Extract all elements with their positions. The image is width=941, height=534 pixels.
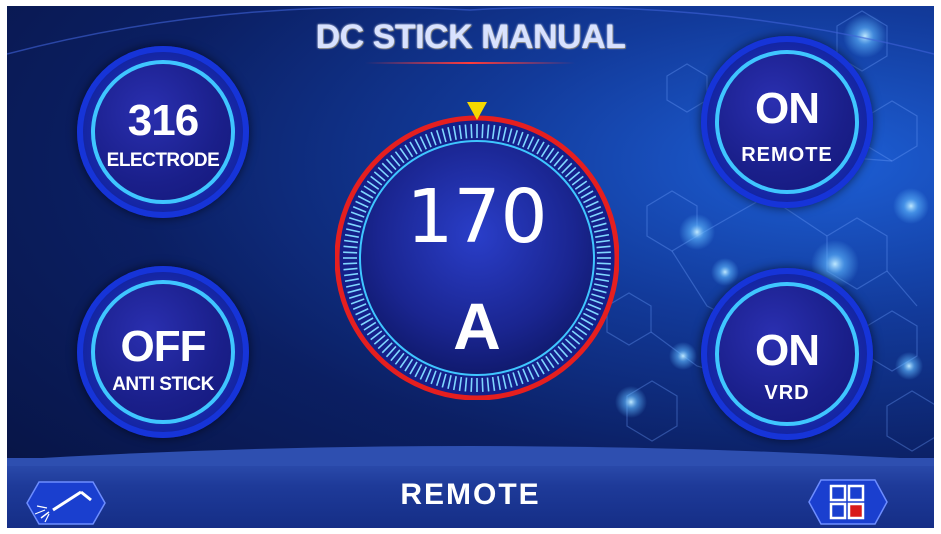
remote-button[interactable]: ON REMOTE	[701, 36, 873, 208]
footer-bar: REMOTE	[7, 446, 934, 528]
title-underline	[365, 62, 575, 64]
anti-stick-value: OFF	[120, 322, 207, 371]
anti-stick-label: ANTI STICK	[112, 374, 214, 395]
menu-grid-button[interactable]	[807, 478, 889, 528]
vrd-button[interactable]: ON VRD	[701, 268, 873, 440]
current-dial[interactable]: 170 A	[335, 100, 619, 400]
dial-unit: A	[453, 289, 501, 363]
electrode-button[interactable]: 316 ELECTRODE	[77, 46, 249, 218]
vrd-label: VRD	[764, 382, 810, 404]
electrode-label: ELECTRODE	[106, 150, 220, 171]
footer-label: REMOTE	[400, 478, 541, 511]
remote-label: REMOTE	[741, 144, 833, 166]
dial-value: 170	[406, 174, 548, 260]
electrode-value: 316	[127, 96, 199, 145]
welding-torch-icon	[26, 481, 106, 525]
vrd-value: ON	[755, 326, 820, 375]
menu-grid-icon	[808, 479, 888, 525]
remote-value: ON	[755, 84, 820, 133]
anti-stick-button[interactable]: OFF ANTI STICK	[77, 266, 249, 438]
screen: DC STICK MANUAL 316 ELECTRODE OFF ANTI S…	[7, 6, 934, 528]
welding-torch-button[interactable]	[25, 480, 107, 528]
